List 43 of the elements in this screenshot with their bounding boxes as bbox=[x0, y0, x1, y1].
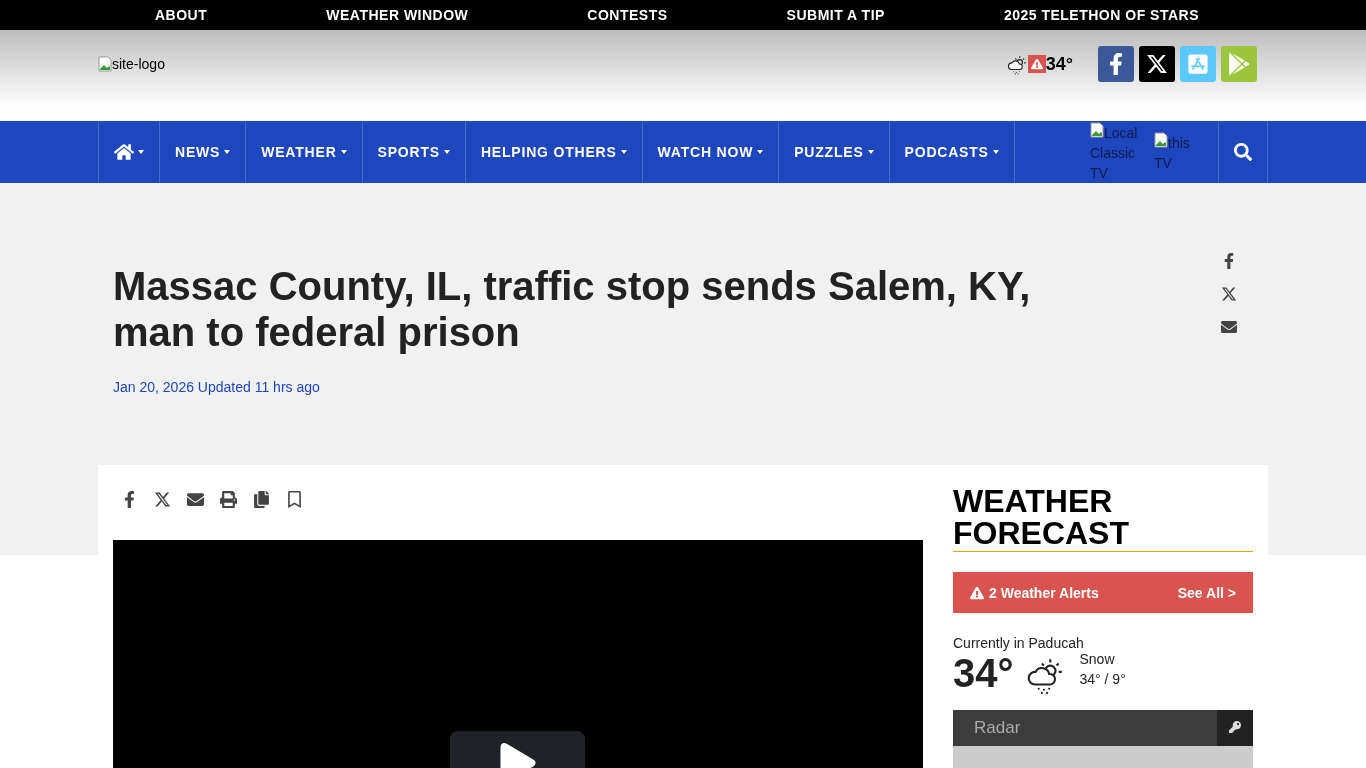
x-button[interactable] bbox=[1139, 46, 1175, 82]
key-icon bbox=[1229, 720, 1241, 733]
see-all-link[interactable]: See All > bbox=[1177, 584, 1236, 601]
radar-search-field[interactable]: Radar bbox=[953, 710, 1217, 746]
temperature: 34° bbox=[1045, 53, 1073, 75]
article-dateline: Jan 20, 2026 Updated 11 hrs ago bbox=[113, 379, 321, 395]
x-icon bbox=[1146, 53, 1168, 75]
current-location-label: Currently in Paducah bbox=[953, 635, 1085, 651]
email-icon[interactable] bbox=[1221, 319, 1237, 335]
x-icon[interactable] bbox=[1221, 286, 1237, 302]
top-link[interactable]: SUBMIT A TIP bbox=[786, 7, 885, 23]
app-store-icon bbox=[1187, 53, 1209, 75]
sidebar-heading: WEATHER FORECAST bbox=[953, 485, 1253, 552]
alert-icon[interactable] bbox=[1027, 55, 1046, 73]
alert-text: 2 Weather Alerts bbox=[970, 584, 1099, 601]
caret-icon bbox=[757, 150, 764, 154]
article-title: Massac County, IL, traffic stop sends Salem, KY, man to federal prison bbox=[113, 263, 1032, 355]
snow-cloud-icon bbox=[1005, 53, 1028, 75]
site-logo[interactable]: site-logo bbox=[98, 56, 165, 72]
caret-icon bbox=[138, 150, 144, 154]
top-link[interactable]: 2025 TELETHON OF STARS bbox=[1003, 7, 1199, 23]
caret-icon bbox=[224, 150, 231, 154]
top-link[interactable]: WEATHER WINDOW bbox=[326, 7, 469, 23]
caret-icon bbox=[340, 150, 347, 154]
broken-image-icon bbox=[1090, 121, 1104, 138]
top-link[interactable]: CONTESTS bbox=[587, 7, 668, 23]
warning-icon bbox=[970, 585, 984, 600]
broken-image-icon bbox=[1154, 131, 1168, 148]
current-temperature: 34° bbox=[953, 651, 1014, 696]
caret-icon bbox=[620, 150, 627, 154]
broken-image-icon bbox=[98, 56, 112, 72]
top-link[interactable]: ABOUT bbox=[155, 7, 208, 23]
caret-icon bbox=[867, 150, 874, 154]
weather-alert-bar[interactable]: 2 Weather Alerts See All > bbox=[953, 572, 1253, 613]
caret-icon bbox=[992, 150, 999, 154]
play-store-icon bbox=[1228, 53, 1250, 75]
temperature-range: 34° / 9° bbox=[1079, 670, 1126, 687]
key-button[interactable] bbox=[1217, 710, 1253, 746]
facebook-button[interactable] bbox=[1098, 46, 1134, 82]
home-icon bbox=[114, 142, 134, 162]
caret-icon bbox=[443, 150, 450, 154]
search-icon bbox=[1234, 143, 1252, 161]
weather-condition: Snow bbox=[1079, 650, 1116, 667]
